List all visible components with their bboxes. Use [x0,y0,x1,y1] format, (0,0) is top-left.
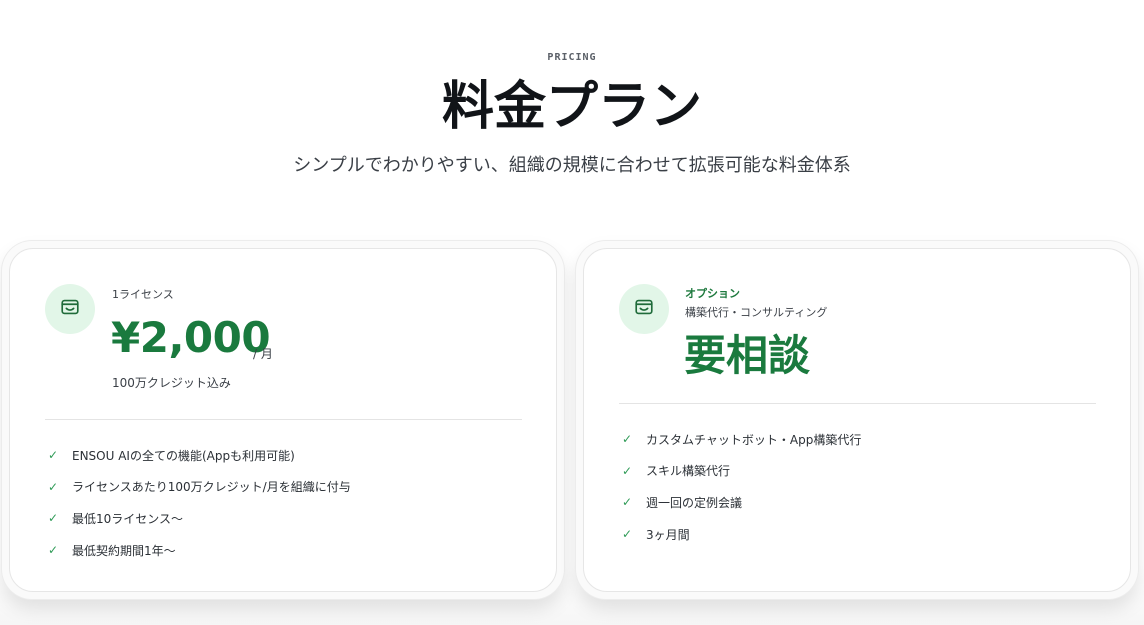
plan-icon-badge [45,284,95,334]
plan-divider [45,419,522,420]
plan-feature-list: ✓ カスタムチャットボット・App構築代行 ✓ スキル構築代行 ✓ 週一回の定例会議 … [622,429,861,556]
check-icon: ✓ [622,527,633,542]
plan-note: 100万クレジット込み [112,376,231,390]
check-icon: ✓ [48,479,59,494]
plan-card-license-inner: 1ライセンス ¥2,000 / 月 100万クレジット込み ✓ ENSOU AIの… [9,248,557,592]
list-item: ✓ 最低契約期間1年〜 [48,543,176,558]
plan-card-option-inner: オプション 構築代行・コンサルティング 要相談 ✓ カスタムチャットボット・App… [583,248,1131,592]
list-item: ✓ ライセンスあたり100万クレジット/月を組織に付与 [48,479,351,495]
plan-feature-list: ✓ ENSOU AIの全ての機能(Appも利用可能) ✓ ライセンスあたり100万ク… [48,445,351,572]
plan-price-unit: / 月 [253,347,273,361]
check-icon: ✓ [622,432,633,446]
check-icon: ✓ [48,511,59,526]
plan-card-option: オプション 構築代行・コンサルティング 要相談 ✓ カスタムチャットボット・App… [576,241,1138,599]
wallet-icon [633,296,655,322]
list-item: ✓ 週一回の定例会議 [622,495,743,510]
list-item: ✓ カスタムチャットボット・App構築代行 [622,432,862,447]
plan-divider [619,403,1096,404]
page-subtitle: シンプルでわかりやすい、組織の規模に合わせて拡張可能な料金体系 [293,155,851,176]
list-item: ✓ 3ヶ月間 [622,527,690,542]
page-title: 料金プラン [441,77,702,137]
list-item: ✓ スキル構築代行 [622,463,731,479]
wallet-icon [59,296,81,322]
plan-label: 1ライセンス [112,288,174,301]
check-icon: ✓ [622,495,633,510]
plan-price: 要相談 [684,331,811,380]
plan-icon-badge [619,284,669,334]
list-item: ✓ 最低10ライセンス〜 [48,511,184,526]
plan-price: ¥2,000 [111,313,271,362]
list-item: ✓ ENSOU AIの全ての機能(Appも利用可能) [48,448,295,463]
check-icon: ✓ [48,448,59,462]
check-icon: ✓ [48,543,59,558]
plan-tag: オプション [685,287,740,300]
section-eyebrow: PRICING [547,52,597,63]
pricing-section: PRICING 料金プラン シンプルでわかりやすい、組織の規模に合わせて拡張可能… [0,0,1144,625]
plan-label: 構築代行・コンサルティング [685,306,828,319]
plan-card-license: 1ライセンス ¥2,000 / 月 100万クレジット込み ✓ ENSOU AIの… [2,241,564,599]
check-icon: ✓ [622,463,633,478]
